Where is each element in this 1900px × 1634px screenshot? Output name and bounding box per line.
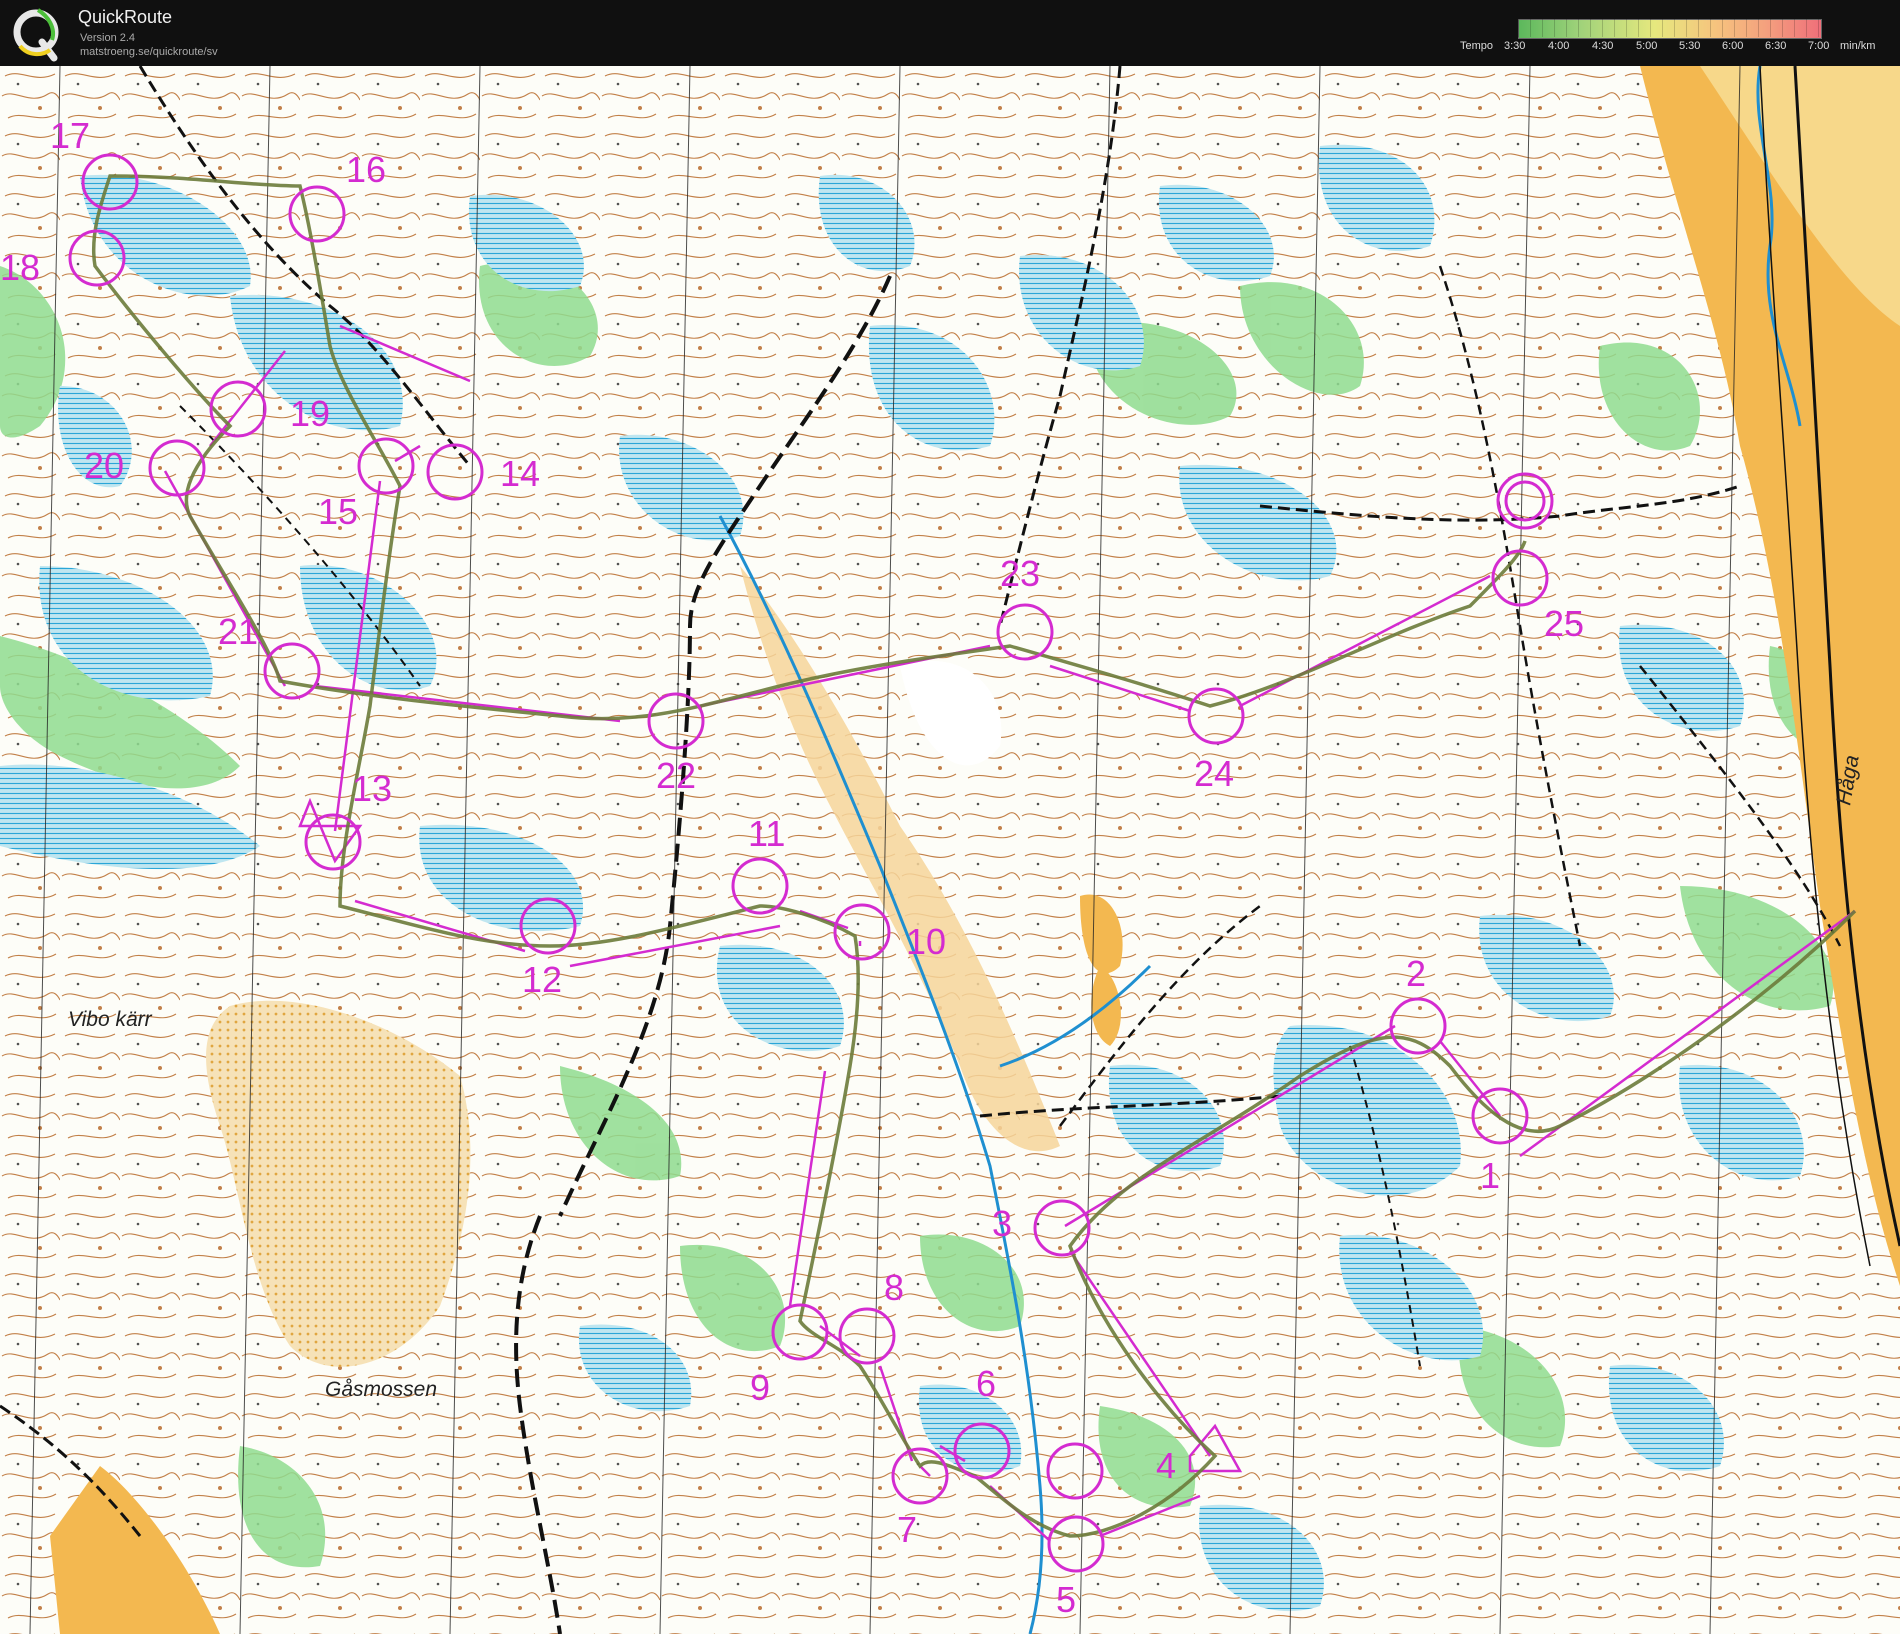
place-name: Vibo kärr: [68, 1008, 153, 1031]
control-number-19: 19: [290, 393, 330, 434]
control-number-12: 12: [522, 959, 562, 1000]
app-url: matstroeng.se/quickroute/sv: [80, 46, 218, 58]
quickroute-logo-icon: [13, 8, 59, 62]
control-number-11: 11: [748, 813, 785, 854]
legend-tick: 7:00: [1808, 40, 1830, 52]
legend-unit: min/km: [1840, 40, 1876, 52]
control-number-10: 10: [906, 921, 946, 962]
legend-tick: 3:30: [1504, 40, 1526, 52]
legend-tick: 6:30: [1765, 40, 1787, 52]
control-number-20: 20: [84, 445, 124, 486]
control-number-21: 21: [218, 611, 258, 652]
control-number-4: 4: [1156, 1445, 1176, 1486]
control-number-25: 25: [1544, 603, 1584, 644]
place-name: Gåsmossen: [325, 1378, 437, 1401]
control-number-13: 13: [352, 768, 392, 809]
control-number-14: 14: [500, 453, 540, 494]
pace-legend-grid: [1518, 19, 1820, 37]
control-number-1: 1: [1480, 1155, 1500, 1196]
control-number-22: 22: [656, 755, 696, 796]
control-number-23: 23: [1000, 553, 1040, 594]
control-number-7: 7: [897, 1509, 917, 1550]
control-number-6: 6: [976, 1363, 996, 1404]
control-number-17: 17: [50, 115, 90, 156]
legend-tick: 5:00: [1636, 40, 1658, 52]
app-title: QuickRoute: [78, 7, 173, 27]
legend-tick: 6:00: [1722, 40, 1744, 52]
orienteering-map[interactable]: Vibo kärr Gåsmossen Håga 1 2 3 4 5 6 7 8…: [0, 66, 1900, 1634]
control-number-24: 24: [1194, 753, 1234, 794]
app-version: Version 2.4: [80, 32, 136, 44]
legend-tick: 4:30: [1592, 40, 1614, 52]
control-number-2: 2: [1406, 953, 1426, 994]
control-number-18: 18: [0, 247, 40, 288]
legend-tick: 4:00: [1548, 40, 1570, 52]
control-number-8: 8: [884, 1267, 904, 1308]
control-number-5: 5: [1056, 1579, 1076, 1620]
control-number-9: 9: [750, 1367, 770, 1408]
legend-title: Tempo: [1460, 40, 1494, 52]
control-number-15: 15: [318, 491, 358, 532]
legend-tick: 5:30: [1679, 40, 1701, 52]
control-number-3: 3: [992, 1203, 1012, 1244]
control-number-16: 16: [346, 149, 386, 190]
app-header: QuickRoute Version 2.4 matstroeng.se/qui…: [0, 0, 1900, 66]
